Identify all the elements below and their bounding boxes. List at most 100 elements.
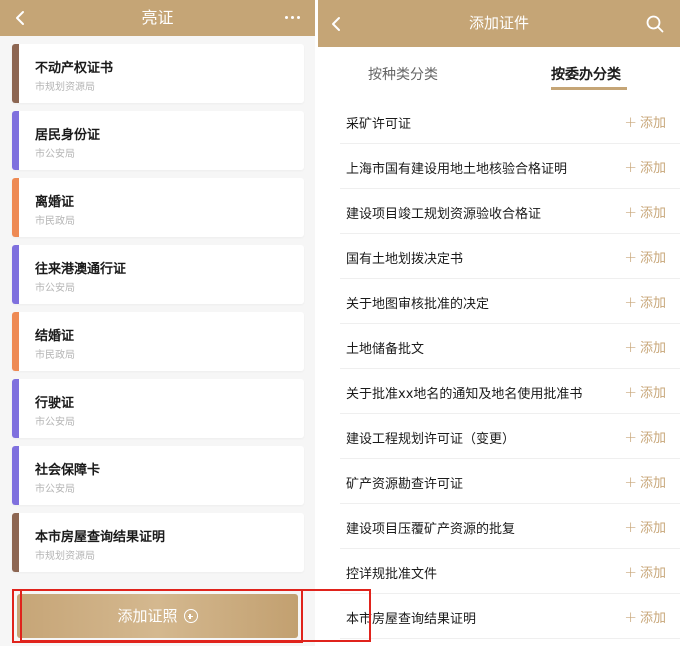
certificate-list: 不动产权证书 市规划资源局 居民身份证 市公安局 离婚证 市民政局 往来港澳通行证 市公安局结… [12,44,304,580]
card-color-bar [12,178,19,237]
add-item-button[interactable]: + 添加 [624,382,666,401]
certificate-card[interactable]: 居民身份证 市公安局 [12,111,304,170]
certificate-card[interactable]: 离婚证 市民政局 [12,178,304,237]
item-label: 控详规批准文件 [346,567,438,582]
card-title: 结婚证 [35,329,75,344]
plus-icon: + [624,293,637,311]
certificate-card[interactable]: 不动产权证书市规划资源局 [12,44,304,103]
card-color-bar [12,379,19,438]
plus-icon: + [624,608,637,626]
certificate-card[interactable]: 往来港澳通行证市公安局 [12,245,304,304]
add-item-button[interactable]: + 添加 [624,157,666,176]
card-title: 不动产权证书 [35,61,114,76]
add-item-button[interactable]: + 添加 [624,607,666,626]
add-item-button[interactable]: + 添加 [624,337,666,356]
card-issuer: 市民政局 [35,216,75,227]
header-bar: 添加证件 [318,0,680,47]
more-options-icon[interactable] [285,16,301,20]
add-item-label: 添加 [639,386,666,401]
item-label: 建设项目竣工规划资源验收合格证 [346,207,542,222]
add-item-label: 添加 [639,161,666,176]
page-title: 亮证 [141,8,174,27]
certificate-card[interactable]: 行驶证 市公安局 [12,379,304,438]
add-item-label: 添加 [639,521,666,536]
add-item-label: 添加 [639,566,666,581]
item-label: 国有土地划拨决定书 [346,252,464,267]
plus-icon: + [624,563,637,581]
add-item-button[interactable]: + 添加 [624,472,666,491]
add-item-label: 添加 [639,341,666,356]
add-item-button[interactable]: + 添加 [624,517,666,536]
wallet-screen: 亮证 不动产权证书 市规划资源局 居民身份证 市公安局 离婚证 市民政局 往来港澳通行证 市公… [0,0,315,646]
item-label: 关于地图审核批准的决定 [346,297,490,312]
card-title: 本市房屋查询结果证明 [35,530,166,545]
page-title: 添加证件 [468,14,529,32]
card-issuer: 市公安局 [35,283,75,294]
card-issuer: 市公安局 [35,484,75,495]
item-label: 建设项目压覆矿产资源的批复 [346,522,516,537]
item-label: 上海市国有建设用地土地核验合格证明 [346,162,568,177]
item-label: 土地储备批文 [346,342,425,357]
add-item-label: 添加 [639,611,666,626]
card-issuer: 市公安局 [35,417,75,428]
active-tab-indicator [551,87,627,90]
add-item-label: 添加 [639,476,666,491]
plus-icon: + [624,383,637,401]
card-title: 离婚证 [35,195,75,210]
list-item: 上海市国有建设用地土地核验合格证明 + 添加 [340,144,680,189]
add-item-label: 添加 [639,116,666,131]
plus-icon: + [624,113,637,131]
plus-icon: + [624,158,637,176]
category-tabs: 按种类分类 按委办分类 [318,47,680,99]
card-title: 社会保障卡 [35,463,101,478]
tab-by-type[interactable]: 按种类分类 [368,64,438,84]
add-item-button[interactable]: + 添加 [624,292,666,311]
screenshot-root: 亮证 不动产权证书 市规划资源局 居民身份证 市公安局 离婚证 市民政局 往来港澳通行证 市公… [0,0,680,646]
highlight-box [20,589,371,642]
item-label: 建设工程规划许可证（变更） [346,432,516,447]
certificate-card[interactable]: 本市房屋查询结果证明市规划资源局 [12,513,304,572]
card-issuer: 市规划资源局 [35,82,95,93]
add-item-button[interactable]: + 添加 [624,562,666,581]
plus-icon: + [624,473,637,491]
list-item: 关于批准xx地名的通知及地名使用批准书 + 添加 [340,369,680,414]
certificate-card[interactable]: 社会保障卡 市公安局 [12,446,304,505]
list-item: 建设工程规划许可证（变更） + 添加 [340,414,680,459]
plus-icon: + [624,338,637,356]
item-label: 矿产资源勘查许可证 [346,477,464,492]
add-item-label: 添加 [639,206,666,221]
list-item: 矿产资源勘查许可证 + 添加 [340,459,680,504]
card-title: 居民身份证 [35,128,101,143]
item-label: 采矿许可证 [346,117,412,132]
list-item: 采矿许可证 + 添加 [340,99,680,144]
tab-by-department[interactable]: 按委办分类 [551,64,621,84]
add-certificate-screen: 添加证件 按种类分类 按委办分类 采矿许可证 + 添加 上海市国有建设用地土地核验合格… [318,0,680,646]
certificate-card[interactable]: 结婚证 市民政局 [12,312,304,371]
list-item: 本市房屋查询结果证明 + 添加 [340,594,680,639]
list-item: 国有土地划拨决定书 + 添加 [340,234,680,279]
list-item: 控详规批准文件 + 添加 [340,549,680,594]
search-icon[interactable] [646,15,664,33]
plus-icon: + [624,518,637,536]
plus-icon: + [624,203,637,221]
plus-icon: + [624,428,637,446]
card-color-bar [12,111,19,170]
card-color-bar [12,44,19,103]
item-label: 关于批准xx地名的通知及地名使用批准书 [346,387,583,402]
add-item-label: 添加 [639,296,666,311]
card-color-bar [12,446,19,505]
certificate-type-list: 采矿许可证 + 添加 上海市国有建设用地土地核验合格证明 + 添加 建设项目竣工规划资源验收… [340,99,680,639]
card-color-bar [12,312,19,371]
card-color-bar [12,245,19,304]
add-item-button[interactable]: + 添加 [624,202,666,221]
add-item-button[interactable]: + 添加 [624,112,666,131]
add-item-button[interactable]: + 添加 [624,427,666,446]
add-item-button[interactable]: + 添加 [624,247,666,266]
list-item: 关于地图审核批准的决定 + 添加 [340,279,680,324]
card-title: 行驶证 [35,396,75,411]
list-item: 建设项目压覆矿产资源的批复 + 添加 [340,504,680,549]
card-issuer: 市规划资源局 [35,551,95,562]
card-title: 往来港澳通行证 [35,262,127,277]
add-item-label: 添加 [639,431,666,446]
list-item: 建设项目竣工规划资源验收合格证 + 添加 [340,189,680,234]
